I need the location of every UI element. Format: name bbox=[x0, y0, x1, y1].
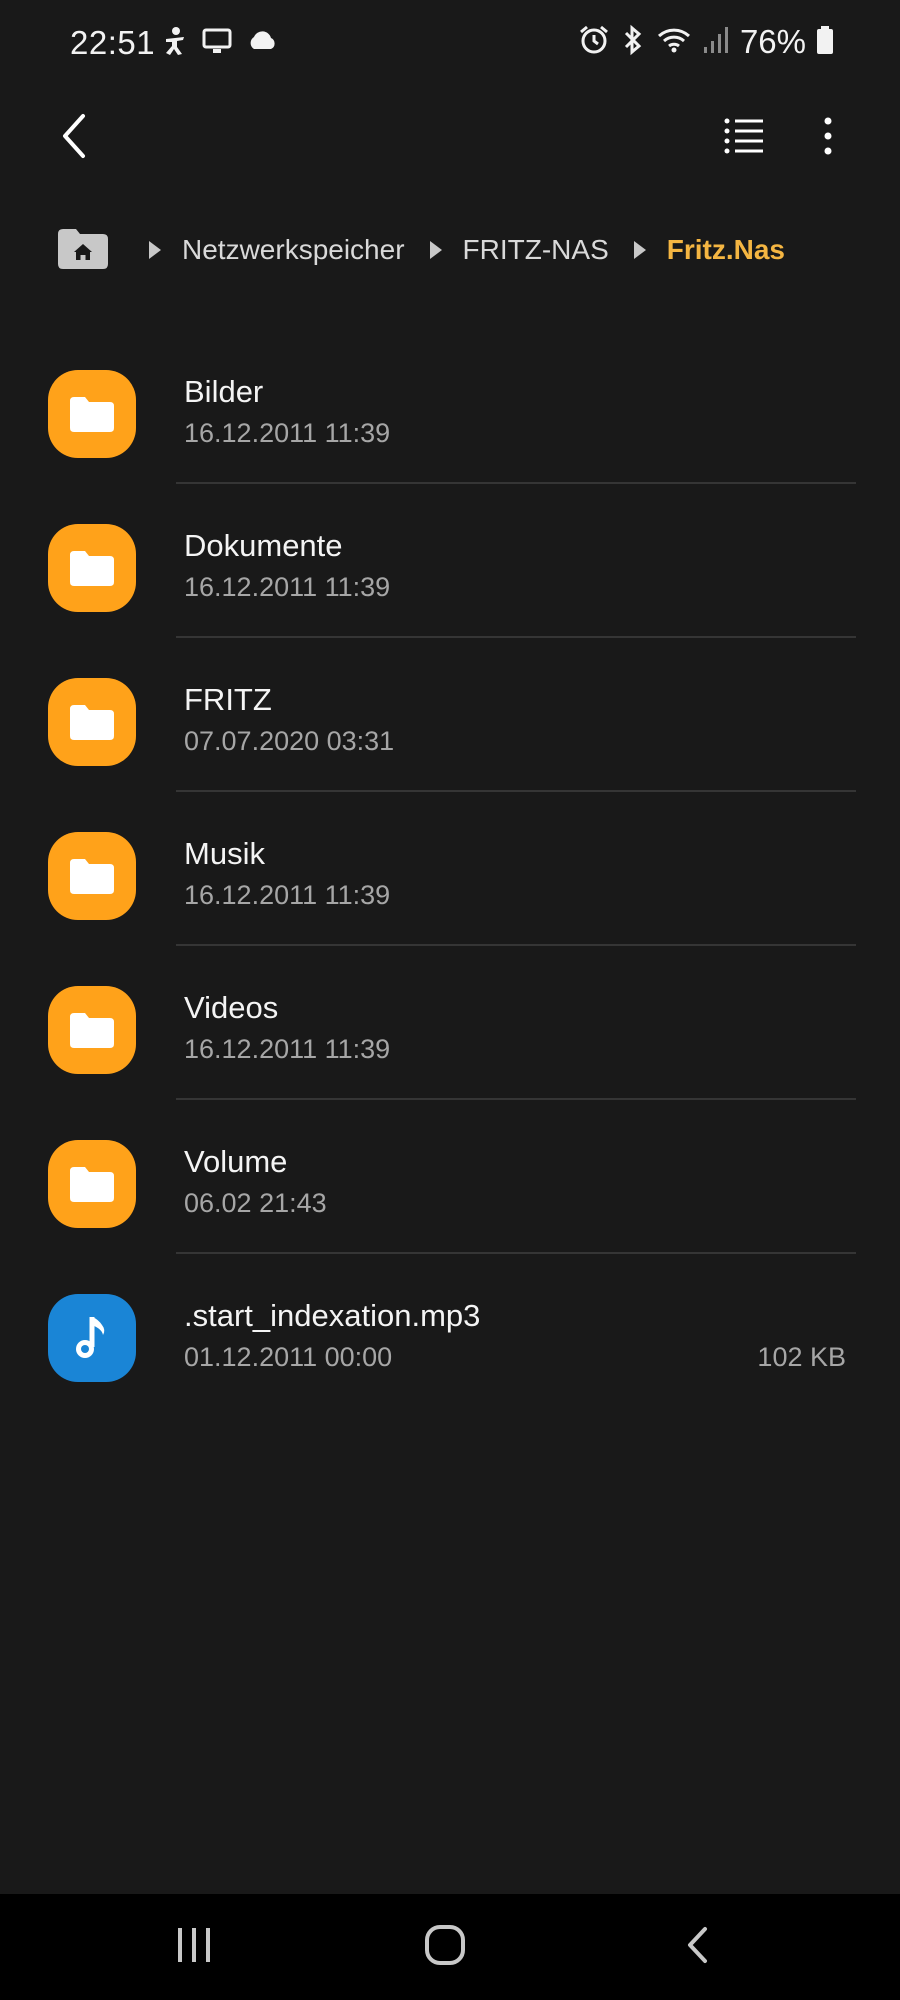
list-item[interactable]: .start_indexation.mp3 01.12.2011 00:00 1… bbox=[0, 1254, 900, 1408]
back-arrow-icon bbox=[59, 112, 89, 165]
more-options-button[interactable] bbox=[808, 102, 848, 174]
screen-cast-icon bbox=[202, 27, 232, 60]
file-date: 16.12.2011 11:39 bbox=[184, 1034, 391, 1064]
back-button[interactable] bbox=[44, 102, 104, 174]
folder-icon bbox=[48, 986, 136, 1074]
breadcrumb-item[interactable]: FRITZ-NAS bbox=[463, 234, 609, 266]
recents-icon bbox=[174, 1926, 214, 1969]
file-list: Bilder 16.12.2011 11:39 Dokumente 16.12.… bbox=[0, 330, 900, 1408]
file-size: 102 KB bbox=[757, 1342, 846, 1372]
file-name: FRITZ bbox=[184, 682, 272, 717]
battery-icon bbox=[816, 25, 834, 60]
home-nav-button[interactable] bbox=[405, 1914, 485, 1980]
status-bar: 22:51 76% bbox=[0, 0, 900, 88]
back-icon bbox=[685, 1925, 711, 1970]
chevron-right-icon bbox=[144, 238, 166, 262]
breadcrumb-current[interactable]: Fritz.Nas bbox=[667, 234, 785, 266]
file-date: 06.02 21:43 bbox=[184, 1188, 327, 1218]
file-date: 16.12.2011 11:39 bbox=[184, 880, 391, 910]
navigation-bar bbox=[0, 1894, 900, 2000]
status-right-icons: 76% bbox=[578, 23, 834, 61]
file-name: Dokumente bbox=[184, 528, 343, 563]
list-item[interactable]: Bilder 16.12.2011 11:39 bbox=[0, 330, 900, 484]
list-item[interactable]: Dokumente 16.12.2011 11:39 bbox=[0, 484, 900, 638]
file-date: 16.12.2011 11:39 bbox=[184, 572, 391, 602]
file-name: Musik bbox=[184, 836, 265, 871]
battery-percent: 76% bbox=[739, 23, 806, 60]
signal-icon bbox=[702, 25, 730, 60]
file-date: 16.12.2011 11:39 bbox=[184, 418, 391, 448]
music-note-icon bbox=[48, 1294, 136, 1382]
chevron-right-icon bbox=[425, 238, 447, 262]
status-left-icons bbox=[162, 26, 278, 60]
breadcrumb-item[interactable]: Netzwerkspeicher bbox=[182, 234, 405, 266]
folder-icon bbox=[48, 524, 136, 612]
folder-icon bbox=[48, 1140, 136, 1228]
bluetooth-icon bbox=[620, 24, 646, 61]
breadcrumb-home-button[interactable] bbox=[56, 227, 110, 273]
list-view-button[interactable] bbox=[716, 102, 772, 174]
file-date: 01.12.2011 00:00 bbox=[184, 1342, 393, 1372]
breadcrumb: Netzwerkspeicher FRITZ-NAS Fritz.Nas bbox=[56, 222, 805, 278]
chevron-right-icon bbox=[629, 238, 651, 262]
list-item[interactable]: Volume 06.02 21:43 bbox=[0, 1100, 900, 1254]
file-name: Bilder bbox=[184, 374, 264, 409]
list-item[interactable]: Musik 16.12.2011 11:39 bbox=[0, 792, 900, 946]
folder-icon bbox=[48, 678, 136, 766]
file-name: Volume bbox=[184, 1144, 288, 1179]
home-icon bbox=[56, 226, 110, 275]
home-button-icon bbox=[424, 1924, 466, 1971]
alarm-icon bbox=[578, 24, 610, 61]
wifi-icon bbox=[656, 25, 692, 60]
list-item[interactable]: Videos 16.12.2011 11:39 bbox=[0, 946, 900, 1100]
recents-button[interactable] bbox=[154, 1914, 234, 1980]
file-name: Videos bbox=[184, 990, 279, 1025]
folder-icon bbox=[48, 370, 136, 458]
back-nav-button[interactable] bbox=[658, 1914, 738, 1980]
folder-icon bbox=[48, 832, 136, 920]
file-name: .start_indexation.mp3 bbox=[184, 1298, 481, 1333]
file-date: 07.07.2020 03:31 bbox=[184, 726, 395, 756]
cloud-icon bbox=[246, 29, 278, 58]
status-time: 22:51 bbox=[70, 24, 156, 61]
list-item[interactable]: FRITZ 07.07.2020 03:31 bbox=[0, 638, 900, 792]
more-vert-icon bbox=[823, 116, 833, 161]
list-view-icon bbox=[723, 116, 765, 161]
accessibility-icon bbox=[162, 26, 188, 61]
